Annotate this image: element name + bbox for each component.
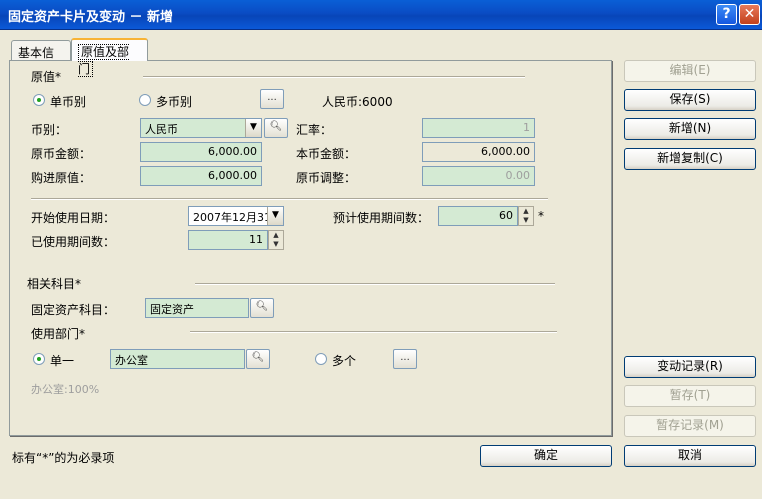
rate-field[interactable]: 1 (422, 118, 535, 138)
edit-button[interactable]: 编辑(E) (624, 60, 756, 82)
chevron-down-icon[interactable]: ▼ (267, 207, 283, 225)
single-currency-label: 单币别 (50, 95, 87, 109)
local-amount-label: 本币金额： (296, 147, 357, 161)
multi-currency-radio[interactable] (139, 94, 151, 106)
rate-label: 汇率： (296, 123, 333, 137)
lookup-icon: 🔍︎ (269, 121, 283, 132)
orig-adjust-label: 原币调整： (296, 171, 357, 185)
start-date-value: 2007年12月31 (193, 211, 271, 224)
department-field[interactable]: 办公室 (110, 349, 245, 369)
currency-select[interactable]: 人民币 ▼ (140, 118, 262, 138)
change-log-button[interactable]: 变动记录(R) (624, 356, 756, 378)
expected-periods-field[interactable]: 60 (438, 206, 518, 226)
currency-lookup-button[interactable]: 🔍︎ (264, 118, 288, 138)
orig-adjust-field[interactable]: 0.00 (422, 166, 535, 186)
asset-account-label: 固定资产科目： (31, 303, 116, 317)
temp-save-button[interactable]: 暂存(T) (624, 385, 756, 407)
multi-department-button[interactable]: ... (393, 349, 417, 369)
tab-basic-info[interactable]: 基本信息 (11, 40, 71, 77)
department-summary: 办公室:100% (31, 383, 100, 396)
add-copy-button[interactable]: 新增复制(C) (624, 148, 756, 170)
window-title: 固定资产卡片及变动 － 新增 (8, 10, 174, 25)
single-currency-radio[interactable] (33, 94, 45, 106)
department-section-title: 使用部门* (31, 327, 86, 341)
ok-button[interactable]: 确定 (480, 445, 612, 467)
multi-department-radio[interactable] (315, 353, 327, 365)
orig-amount-field[interactable]: 6,000.00 (140, 142, 262, 162)
used-periods-field[interactable]: 11 (188, 230, 268, 250)
department-lookup-button[interactable]: 🔍︎ (246, 349, 270, 369)
expected-periods-spinner[interactable]: ▲ ▼ (518, 206, 534, 226)
single-department-label: 单一 (50, 354, 75, 368)
asset-account-field[interactable]: 固定资产 (145, 298, 249, 318)
save-button[interactable]: 保存(S) (624, 89, 756, 111)
multi-department-label: 多个 (332, 354, 357, 368)
close-button[interactable]: ✕ (739, 4, 760, 25)
spin-up-icon[interactable]: ▲ (519, 207, 533, 216)
temp-records-button[interactable]: 暂存记录(M) (624, 415, 756, 437)
rmb-summary: 人民币:6000 (322, 95, 393, 109)
lookup-icon: 🔍︎ (255, 301, 269, 312)
required-mark: * (538, 209, 544, 223)
single-department-radio[interactable] (33, 353, 45, 365)
original-value-section-title: 原值* (31, 70, 62, 84)
start-date-label: 开始使用日期： (31, 211, 116, 225)
required-note: 标有“*”的为必录项 (12, 451, 115, 465)
multi-currency-label: 多币别 (156, 95, 193, 109)
spin-down-icon[interactable]: ▼ (269, 240, 283, 249)
spin-up-icon[interactable]: ▲ (269, 231, 283, 240)
section-divider (31, 198, 548, 200)
section-divider (190, 331, 557, 333)
cancel-button[interactable]: 取消 (624, 445, 756, 467)
section-divider (143, 76, 525, 78)
local-amount-field: 6,000.00 (422, 142, 535, 162)
start-date-picker[interactable]: 2007年12月31 ▼ (188, 206, 284, 226)
lookup-icon: 🔍︎ (251, 352, 265, 363)
tab-value-and-department[interactable]: 原值及部门 (71, 38, 148, 77)
help-button[interactable]: ? (716, 4, 737, 25)
asset-account-lookup-button[interactable]: 🔍︎ (250, 298, 274, 318)
currency-label: 币别： (31, 123, 68, 137)
orig-amount-label: 原币金额： (31, 147, 92, 161)
multi-currency-button[interactable]: ... (260, 89, 284, 109)
currency-value: 人民币 (145, 123, 178, 136)
used-periods-spinner[interactable]: ▲ ▼ (268, 230, 284, 250)
spin-down-icon[interactable]: ▼ (519, 216, 533, 225)
chevron-down-icon[interactable]: ▼ (245, 119, 261, 137)
used-periods-label: 已使用期间数： (31, 235, 116, 249)
purchase-value-label: 购进原值： (31, 171, 92, 185)
section-divider (195, 283, 555, 285)
expected-periods-label: 预计使用期间数： (333, 211, 430, 225)
add-button[interactable]: 新增(N) (624, 118, 756, 140)
accounts-section-title: 相关科目* (27, 277, 82, 291)
title-bar[interactable]: 固定资产卡片及变动 － 新增 ? ✕ (0, 0, 762, 30)
purchase-value-field[interactable]: 6,000.00 (140, 166, 262, 186)
